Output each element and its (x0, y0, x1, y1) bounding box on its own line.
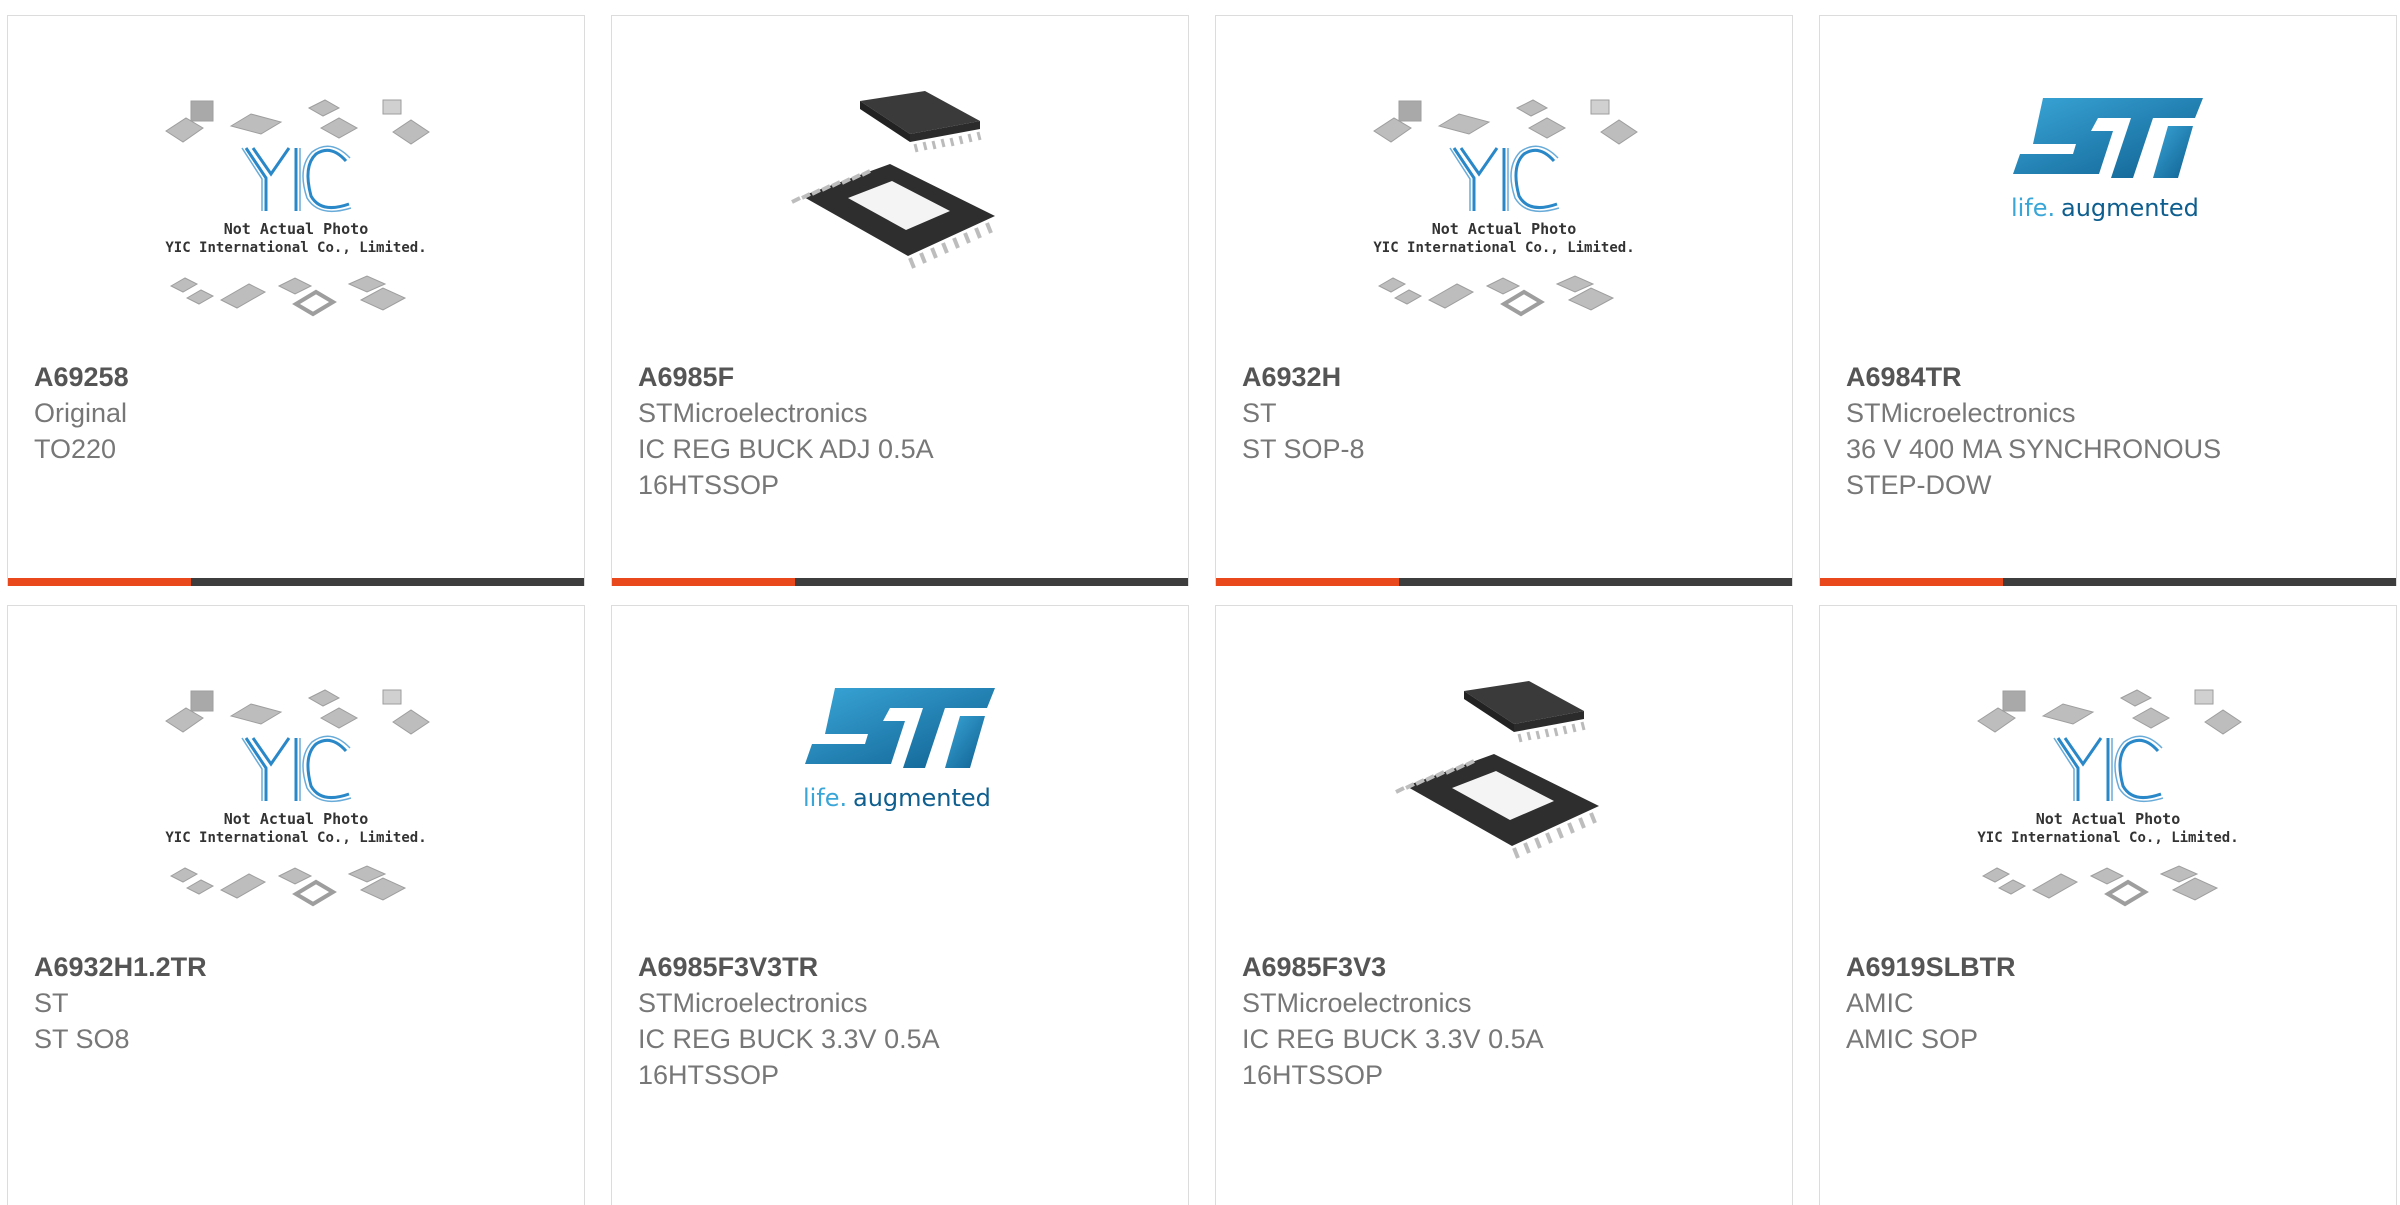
description-line: 16HTSSOP (638, 1060, 780, 1090)
yic-placeholder-line2: YIC International Co., Limited. (165, 240, 426, 256)
manufacturer-label: AMIC (1846, 988, 1914, 1018)
description-line: 16HTSSOP (1242, 1060, 1384, 1090)
st-logo-tagline-b: augmented (853, 784, 991, 812)
yic-placeholder-line1: Not Actual Photo (224, 220, 369, 238)
description-line: IC REG BUCK 3.3V 0.5A (1242, 1024, 1544, 1054)
card-accent-bar (1820, 578, 2003, 586)
product-thumbnail[interactable]: Not Actual Photo YIC International Co., … (8, 676, 584, 958)
product-info: A6984TR STMicroelectronics 36 V 400 MA SYN… (1846, 359, 2376, 503)
manufacturer-label: Original (34, 398, 128, 428)
description-line: IC REG BUCK 3.3V 0.5A (638, 1024, 940, 1054)
product-thumbnail[interactable]: life. augmented (1820, 86, 2396, 368)
st-logo-tagline-a: life. (803, 784, 847, 812)
product-info: A6985F STMicroelectronics IC REG BUCK ADJ … (638, 359, 1168, 503)
st-logo-tagline-b: augmented (2061, 194, 2199, 222)
part-number-link[interactable]: A6932H1.2TR (34, 949, 564, 985)
description-line: STEP-DOW (1846, 470, 1992, 500)
yic-placeholder-line1: Not Actual Photo (2036, 810, 2181, 828)
card-accent-bar (1216, 578, 1399, 586)
manufacturer-label: ST (1242, 398, 1277, 428)
manufacturer-label: ST (34, 988, 69, 1018)
product-card[interactable]: life. augmented A6985F3V3TR STMicroelectr… (611, 605, 1189, 1205)
product-info: A6932H ST ST SOP-8 (1242, 359, 1772, 467)
part-number-link[interactable]: A6985F3V3 (1242, 949, 1772, 985)
yic-placeholder-line1: Not Actual Photo (1432, 220, 1577, 238)
part-number-link[interactable]: A69258 (34, 359, 564, 395)
product-card[interactable]: A6985F STMicroelectronics IC REG BUCK ADJ … (611, 15, 1189, 586)
product-thumbnail[interactable]: Not Actual Photo YIC International Co., … (1820, 676, 2396, 958)
st-logo-tagline-a: life. (2011, 194, 2055, 222)
product-card[interactable]: A6985F3V3 STMicroelectronics IC REG BUCK 3… (1215, 605, 1793, 1205)
product-info: A6985F3V3TR STMicroelectronics IC REG BUCK… (638, 949, 1168, 1093)
card-bottom-bar (8, 578, 584, 586)
description-line: IC REG BUCK ADJ 0.5A (638, 434, 934, 464)
product-info: A6919SLBTR AMIC AMIC SOP (1846, 949, 2376, 1057)
yic-placeholder-line1: Not Actual Photo (224, 810, 369, 828)
yic-placeholder-image: Not Actual Photo YIC International Co., … (1373, 99, 1638, 317)
manufacturer-label: STMicroelectronics (1242, 988, 1472, 1018)
card-bottom-bar (1820, 578, 2396, 586)
description-line: TO220 (34, 434, 117, 464)
part-number-link[interactable]: A6932H (1242, 359, 1772, 395)
description-line: 36 V 400 MA SYNCHRONOUS (1846, 434, 2222, 464)
card-accent-bar (612, 578, 795, 586)
st-logo-image: life. augmented (803, 688, 995, 812)
description-line: AMIC SOP (1846, 1024, 1979, 1054)
card-bottom-bar (612, 578, 1188, 586)
yic-placeholder-image: Not Actual Photo YIC International Co., … (165, 99, 430, 317)
yic-placeholder-line2: YIC International Co., Limited. (1373, 240, 1634, 256)
part-number-link[interactable]: A6985F3V3TR (638, 949, 1168, 985)
product-thumbnail[interactable]: Not Actual Photo YIC International Co., … (8, 86, 584, 368)
description-line: ST SOP-8 (1242, 434, 1365, 464)
yic-placeholder-image: Not Actual Photo YIC International Co., … (165, 689, 430, 907)
part-number-link[interactable]: A6984TR (1846, 359, 2376, 395)
manufacturer-label: STMicroelectronics (638, 398, 868, 428)
description-line: 16HTSSOP (638, 470, 780, 500)
card-accent-bar (8, 578, 191, 586)
product-card[interactable]: Not Actual Photo YIC International Co., … (7, 605, 585, 1205)
chip-photo-image (1395, 681, 1599, 859)
chip-photo-image (791, 91, 995, 269)
product-thumbnail[interactable] (1216, 676, 1792, 958)
product-card[interactable]: Not Actual Photo YIC International Co., … (1215, 15, 1793, 586)
product-info: A6985F3V3 STMicroelectronics IC REG BUCK 3… (1242, 949, 1772, 1093)
product-thumbnail[interactable]: life. augmented (612, 676, 1188, 958)
manufacturer-label: STMicroelectronics (638, 988, 868, 1018)
st-logo-image: life. augmented (2011, 98, 2203, 222)
part-number-link[interactable]: A6919SLBTR (1846, 949, 2376, 985)
card-bottom-bar (1216, 578, 1792, 586)
yic-placeholder-line2: YIC International Co., Limited. (1977, 830, 2238, 846)
description-line: ST SO8 (34, 1024, 130, 1054)
product-thumbnail[interactable]: Not Actual Photo YIC International Co., … (1216, 86, 1792, 368)
product-thumbnail[interactable] (612, 86, 1188, 368)
yic-placeholder-line2: YIC International Co., Limited. (165, 830, 426, 846)
yic-placeholder-image: Not Actual Photo YIC International Co., … (1977, 689, 2242, 907)
manufacturer-label: STMicroelectronics (1846, 398, 2076, 428)
product-info: A69258 Original TO220 (34, 359, 564, 467)
product-card[interactable]: Not Actual Photo YIC International Co., … (1819, 605, 2397, 1205)
product-info: A6932H1.2TR ST ST SO8 (34, 949, 564, 1057)
product-card[interactable]: Not Actual Photo YIC International Co., … (7, 15, 585, 586)
product-card[interactable]: life. augmented A6984TR STMicroelectronic… (1819, 15, 2397, 586)
part-number-link[interactable]: A6985F (638, 359, 1168, 395)
